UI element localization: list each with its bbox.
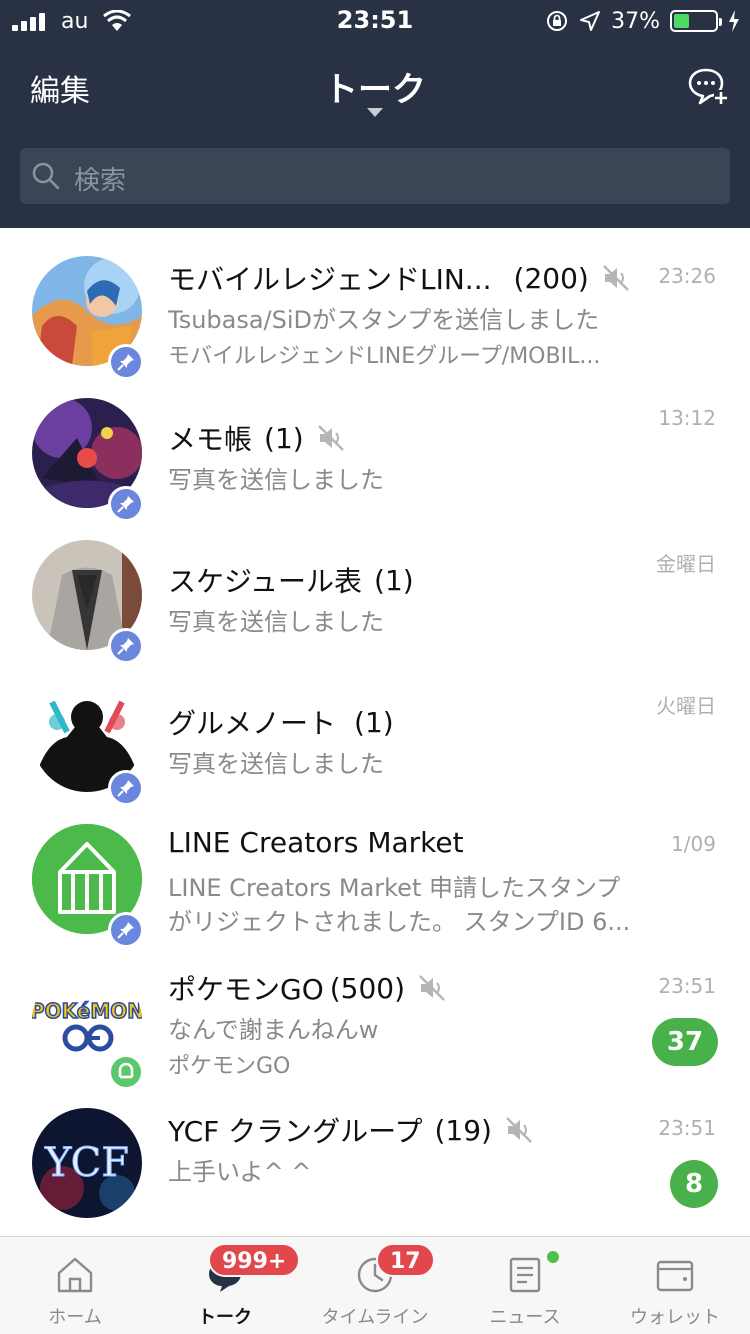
pin-icon — [117, 496, 134, 513]
chat-name: グルメノート (1) — [168, 702, 394, 742]
chat-name: LINE Creators Market — [168, 826, 464, 859]
chat-row[interactable]: YCF YCF クラングループ (19) 上手いよ^ ^ 23:51 8 — [0, 1094, 750, 1236]
avatar: YCF — [32, 1108, 142, 1218]
chat-name-text: モバイルレジェンドLIN... — [168, 263, 492, 296]
chat-name-text: メモ帳 — [168, 423, 253, 456]
search-icon — [32, 162, 60, 190]
member-count: (1) — [354, 705, 394, 739]
member-count: (200) — [513, 261, 589, 295]
chat-row[interactable]: POKéMON ポケモンGO (500) なんで謝まんねんw ポケモンGO 23… — [0, 952, 750, 1094]
chat-name: モバイルレジェンドLIN... (200) — [168, 258, 631, 298]
chat-preview-sender: ポケモンGO — [168, 1054, 291, 1079]
member-count: (19) — [434, 1113, 492, 1147]
chat-name-text: ポケモンGO — [168, 973, 324, 1006]
home-icon — [57, 1257, 93, 1293]
tab-label: ホーム — [48, 1307, 102, 1328]
member-count: (500) — [329, 971, 406, 1005]
pin-icon — [117, 638, 134, 655]
mute-icon — [602, 265, 629, 291]
timeline-badge: 17 — [376, 1243, 435, 1277]
chat-name: スケジュール表 (1) — [168, 560, 414, 600]
chevron-down-icon[interactable] — [367, 108, 383, 117]
chat-preview: なんで謝まんねんw — [168, 1016, 379, 1044]
chat-row[interactable]: グルメノート (1) 写真を送信しました 火曜日 — [0, 668, 750, 810]
pin-badge — [108, 628, 144, 664]
page-title[interactable]: トーク — [0, 62, 750, 111]
avatar-logo-text: POKéMON — [32, 999, 142, 1023]
talk-badge: 999+ — [208, 1243, 301, 1277]
chat-name: メモ帳 (1) — [168, 418, 346, 458]
chat-name-text: YCF クラングループ — [168, 1115, 423, 1148]
pin-badge — [108, 770, 144, 806]
chat-time: 13:12 — [658, 406, 716, 430]
pin-icon — [117, 354, 134, 371]
chat-name: YCF クラングループ (19) — [168, 1110, 534, 1150]
tab-label: トーク — [198, 1307, 252, 1328]
chat-list: モバイルレジェンドLIN... (200) Tsubasa/SiDがスタンプを送… — [0, 228, 750, 1236]
chat-row[interactable]: モバイルレジェンドLIN... (200) Tsubasa/SiDがスタンプを送… — [0, 242, 750, 384]
mute-icon — [419, 975, 445, 1001]
chat-preview: 写真を送信しました — [168, 466, 384, 494]
tab-talk[interactable]: 999+ トーク — [150, 1237, 301, 1334]
chat-time: 23:51 — [658, 1116, 716, 1140]
pin-icon — [117, 780, 134, 797]
pin-badge — [108, 344, 144, 380]
chat-preview-line2: がリジェクトされました。 スタンプID 6... — [168, 908, 631, 936]
chat-row[interactable]: メモ帳 (1) 写真を送信しました 13:12 — [0, 384, 750, 526]
unread-count-badge: 37 — [652, 1018, 718, 1066]
official-account-icon — [118, 1062, 134, 1079]
unread-count-badge: 8 — [670, 1160, 718, 1208]
chat-preview: 写真を送信しました — [168, 608, 384, 636]
pin-icon — [117, 922, 134, 939]
chat-row[interactable]: LINE Creators Market LINE Creators Marke… — [0, 810, 750, 952]
official-account-badge — [108, 1054, 144, 1090]
tab-label: タイムライン — [321, 1307, 429, 1328]
tab-news[interactable]: ニュース — [450, 1237, 600, 1334]
search-input[interactable]: 検索 — [20, 148, 730, 204]
chat-time: 1/09 — [671, 832, 716, 856]
tab-timeline[interactable]: 17 タイムライン — [300, 1237, 450, 1334]
mute-icon — [317, 425, 344, 451]
chat-preview: 上手いよ^ ^ — [168, 1158, 312, 1186]
search-placeholder: 検索 — [74, 166, 127, 196]
location-icon — [580, 11, 601, 31]
chat-name-text: スケジュール表 — [168, 565, 363, 598]
chat-name-text: LINE Creators Market — [168, 826, 464, 859]
mute-icon — [506, 1117, 532, 1143]
member-count: (1) — [264, 421, 304, 455]
battery-icon — [670, 10, 722, 32]
chat-time: 金曜日 — [656, 552, 716, 576]
chat-name-text: グルメノート — [168, 707, 337, 740]
charging-icon — [729, 10, 739, 32]
chat-preview: LINE Creators Market 申請したスタンプ — [168, 874, 621, 902]
news-indicator-dot — [547, 1251, 559, 1263]
chat-preview: Tsubasa/SiDがスタンプを送信しました — [168, 306, 600, 334]
chat-time: 火曜日 — [656, 694, 716, 718]
tab-label: ニュース — [489, 1307, 561, 1328]
new-chat-icon[interactable] — [686, 66, 730, 106]
chat-name: ポケモンGO (500) — [168, 968, 447, 1008]
pin-badge — [108, 486, 144, 522]
chat-preview-sender: モバイルレジェンドLINEグループ/MOBIL... — [168, 344, 601, 369]
avatar-logo-text: YCF — [44, 1140, 129, 1186]
tab-home[interactable]: ホーム — [0, 1237, 150, 1334]
member-count: (1) — [374, 563, 414, 597]
tab-wallet[interactable]: ウォレット — [600, 1237, 750, 1334]
news-icon — [509, 1257, 541, 1293]
chat-row[interactable]: スケジュール表 (1) 写真を送信しました 金曜日 — [0, 526, 750, 668]
pin-badge — [108, 912, 144, 948]
chat-time: 23:26 — [658, 264, 716, 288]
chat-time: 23:51 — [658, 974, 716, 998]
chat-preview: 写真を送信しました — [168, 750, 384, 778]
lock-rotation-icon — [547, 11, 568, 31]
status-right: 37% — [545, 6, 740, 36]
status-bar: au 23:51 37% — [0, 0, 750, 40]
wallet-icon — [656, 1260, 694, 1292]
battery-percent: 37% — [611, 8, 660, 34]
tab-label: ウォレット — [630, 1307, 720, 1328]
tab-bar: ホーム 999+ トーク 17 タイムライン ニュース ウォレット — [0, 1236, 750, 1334]
header: 編集 トーク 検索 — [0, 40, 750, 228]
